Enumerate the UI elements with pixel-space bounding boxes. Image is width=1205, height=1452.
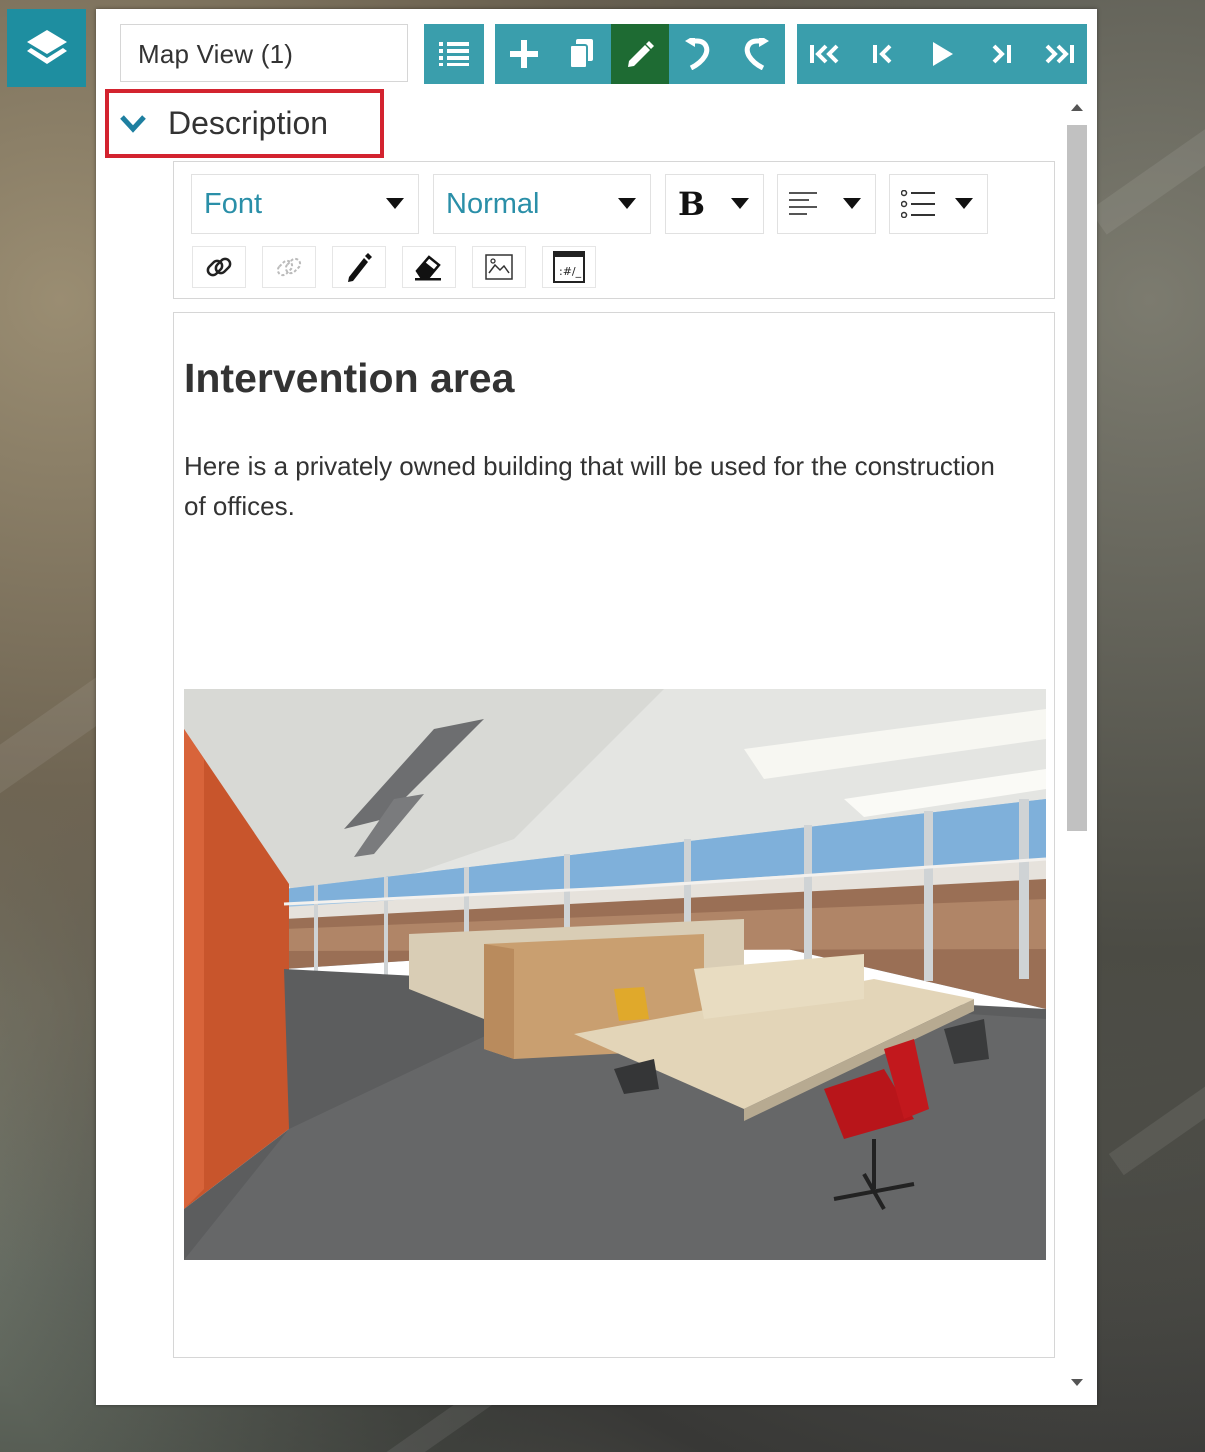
playback-button-group [797,24,1087,84]
list-button[interactable] [424,24,484,84]
rich-text-editor-area[interactable]: Intervention area Here is a privately ow… [173,312,1055,1358]
first-button[interactable] [797,24,855,84]
caret-down-icon [731,198,749,209]
source-icon: :#/_ [553,251,585,283]
list-icon [439,42,469,66]
caret-down-icon [386,198,404,209]
section-title: Description [168,105,329,141]
align-dropdown[interactable] [777,174,876,234]
content-paragraph: Here is a privately owned building that … [184,451,995,521]
description-section-header[interactable]: Description [105,89,384,158]
size-dropdown[interactable]: Normal [433,174,651,234]
undo-button[interactable] [669,24,727,84]
remove-link-button[interactable] [262,246,316,288]
layers-icon [26,30,67,64]
font-dropdown[interactable]: Font [191,174,419,234]
play-icon [933,42,953,66]
redo-button[interactable] [727,24,785,84]
play-button[interactable] [913,24,971,84]
add-button[interactable] [495,24,553,84]
rich-text-toolbar: Font Normal B:#/_ [173,161,1055,299]
bullet-list-icon [901,190,935,218]
link-icon [206,257,232,277]
size-dropdown-label: Normal [446,187,540,220]
redo-icon [744,38,769,70]
clear-format-button[interactable] [402,246,456,288]
caret-down-icon [618,198,636,209]
unlink-icon [276,257,302,277]
description-panel: Map View (1) Description Font Normal B:… [96,9,1097,1405]
copy-button[interactable] [553,24,611,84]
content-heading: Intervention area [184,355,515,401]
first-icon [810,44,839,64]
chevron-down-icon [120,114,146,133]
scroll-down-arrow[interactable] [1063,1371,1091,1393]
office-interior-image [184,689,1046,1260]
next-button[interactable] [971,24,1029,84]
eraser-icon [415,255,441,281]
insert-link-button[interactable] [192,246,246,288]
last-button[interactable] [1029,24,1087,84]
pencil-icon [628,41,654,67]
view-title-field[interactable]: Map View (1) [120,24,408,82]
caret-down-icon [955,198,973,209]
align-left-icon [789,192,817,215]
image-icon [485,254,513,280]
next-icon [992,44,1011,64]
pen-icon [348,253,372,282]
panel-scrollbar[interactable] [1063,93,1091,1393]
edit-button-group [495,24,785,84]
layers-button[interactable] [7,9,86,87]
bold-label: B [678,185,706,223]
source-code-button[interactable]: :#/_ [542,246,596,288]
arrow-down-icon [1071,1378,1083,1386]
svg-text::#/_: :#/_ [559,265,582,278]
previous-icon [873,44,892,64]
bold-dropdown[interactable]: B [665,174,764,234]
insert-image-button[interactable] [472,246,526,288]
plus-icon [510,40,538,68]
text-color-button[interactable] [332,246,386,288]
caret-down-icon [843,198,861,209]
list-dropdown[interactable] [889,174,988,234]
edit-button[interactable] [611,24,669,84]
scroll-up-arrow[interactable] [1063,93,1091,121]
undo-icon [685,38,710,70]
previous-button[interactable] [855,24,913,84]
copy-icon [569,39,593,69]
arrow-up-icon [1071,103,1083,111]
last-icon [1045,44,1074,64]
list-button-group [424,24,484,84]
font-dropdown-label: Font [204,187,263,220]
scroll-thumb[interactable] [1067,125,1087,831]
